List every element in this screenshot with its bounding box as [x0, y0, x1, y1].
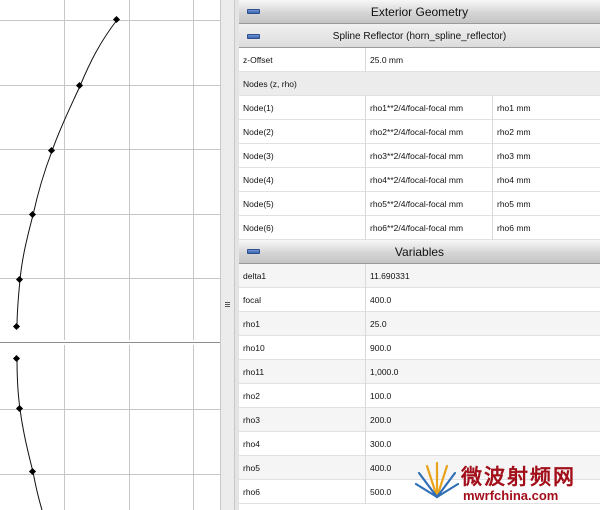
variable-value-field[interactable]: 25.0: [366, 312, 600, 336]
panel-splitter[interactable]: [220, 0, 235, 510]
variable-name: rho3: [239, 408, 366, 432]
node-rho-field[interactable]: rho2 mm: [493, 120, 600, 144]
node-row: Node(2) rho2**2/4/focal-focal mm rho2 mm: [239, 120, 600, 144]
canvas-grid: [0, 0, 220, 510]
node-label: Node(3): [239, 144, 366, 168]
properties-panel: Exterior Geometry Spline Reflector (horn…: [235, 0, 600, 510]
variable-value-field[interactable]: 1,000.0: [366, 360, 600, 384]
spline-node[interactable]: [15, 275, 24, 284]
node-row: Node(5) rho5**2/4/focal-focal mm rho5 mm: [239, 192, 600, 216]
spline-nodes: [12, 15, 121, 476]
variable-name: delta1: [239, 264, 366, 288]
spline-curve-top: [16, 19, 118, 328]
variable-value-field[interactable]: 200.0: [366, 408, 600, 432]
variable-name: rho4: [239, 432, 366, 456]
variable-name: rho1: [239, 312, 366, 336]
variable-row: rho3 200.0: [239, 408, 600, 432]
node-rho-field[interactable]: rho6 mm: [493, 216, 600, 240]
variable-name: rho6: [239, 480, 366, 504]
variable-name: rho10: [239, 336, 366, 360]
exterior-geometry-title: Exterior Geometry: [370, 5, 469, 19]
spline-curve-bottom: [16, 358, 43, 510]
variable-row: rho4 300.0: [239, 432, 600, 456]
node-rho-field[interactable]: rho1 mm: [493, 96, 600, 120]
variable-value-field[interactable]: 100.0: [366, 384, 600, 408]
spline-node[interactable]: [28, 467, 37, 476]
watermark-title: 微波射频网: [461, 465, 576, 489]
node-label: Node(1): [239, 96, 366, 120]
spline-node[interactable]: [112, 15, 121, 24]
node-rho-field[interactable]: rho4 mm: [493, 168, 600, 192]
node-z-field[interactable]: rho4**2/4/focal-focal mm: [366, 168, 493, 192]
variable-row: rho10 900.0: [239, 336, 600, 360]
node-rho-field[interactable]: rho5 mm: [493, 192, 600, 216]
variable-value-field[interactable]: 900.0: [366, 336, 600, 360]
variable-name: rho2: [239, 384, 366, 408]
spline-node[interactable]: [15, 404, 24, 413]
spline-node[interactable]: [28, 210, 37, 219]
node-z-field[interactable]: rho5**2/4/focal-focal mm: [366, 192, 493, 216]
node-label: Node(6): [239, 216, 366, 240]
variable-value-field[interactable]: 400.0: [366, 288, 600, 312]
watermark-logo-icon: [415, 461, 459, 499]
spline-reflector-header[interactable]: Spline Reflector (horn_spline_reflector): [239, 24, 600, 48]
watermark-url: mwrfchina.com: [463, 488, 559, 503]
exterior-geometry-header[interactable]: Exterior Geometry: [239, 0, 600, 24]
property-label: z-Offset: [239, 48, 366, 72]
node-label: Node(5): [239, 192, 366, 216]
node-z-field[interactable]: rho3**2/4/focal-focal mm: [366, 144, 493, 168]
variables-title: Variables: [394, 245, 445, 259]
variable-row: rho2 100.0: [239, 384, 600, 408]
spline-node[interactable]: [12, 322, 21, 331]
variable-value-field[interactable]: 300.0: [366, 432, 600, 456]
splitter-grip-icon[interactable]: [225, 302, 230, 308]
geometry-view[interactable]: [0, 0, 220, 510]
variable-row: rho1 25.0: [239, 312, 600, 336]
spline-reflector-title: Spline Reflector (horn_spline_reflector): [332, 31, 507, 42]
variable-row: focal 400.0: [239, 288, 600, 312]
node-label: Node(4): [239, 168, 366, 192]
node-rho-field[interactable]: rho3 mm: [493, 144, 600, 168]
variable-row: rho11 1,000.0: [239, 360, 600, 384]
node-z-field[interactable]: rho2**2/4/focal-focal mm: [366, 120, 493, 144]
node-z-field[interactable]: rho1**2/4/focal-focal mm: [366, 96, 493, 120]
node-row: Node(4) rho4**2/4/focal-focal mm rho4 mm: [239, 168, 600, 192]
node-row: Node(3) rho3**2/4/focal-focal mm rho3 mm: [239, 144, 600, 168]
spline-node[interactable]: [12, 354, 21, 363]
nodes-section-header: Nodes (z, rho): [239, 72, 600, 96]
variable-name: rho5: [239, 456, 366, 480]
node-row: Node(1) rho1**2/4/focal-focal mm rho1 mm: [239, 96, 600, 120]
z-offset-field[interactable]: 25.0 mm: [366, 48, 600, 72]
spline-node[interactable]: [75, 81, 84, 90]
variable-row: delta1 11.690331: [239, 264, 600, 288]
node-label: Node(2): [239, 120, 366, 144]
variable-name: rho11: [239, 360, 366, 384]
z-offset-row: z-Offset 25.0 mm: [239, 48, 600, 72]
nodes-header-label: Nodes (z, rho): [243, 79, 297, 89]
geometry-canvas[interactable]: [0, 0, 220, 510]
spline-node[interactable]: [47, 146, 56, 155]
variable-value-field[interactable]: 11.690331: [366, 264, 600, 288]
node-row: Node(6) rho6**2/4/focal-focal mm rho6 mm: [239, 216, 600, 240]
variable-name: focal: [239, 288, 366, 312]
watermark: 微波射频网 mwrfchina.com: [415, 455, 600, 510]
variables-header[interactable]: Variables: [239, 240, 600, 264]
node-z-field[interactable]: rho6**2/4/focal-focal mm: [366, 216, 493, 240]
